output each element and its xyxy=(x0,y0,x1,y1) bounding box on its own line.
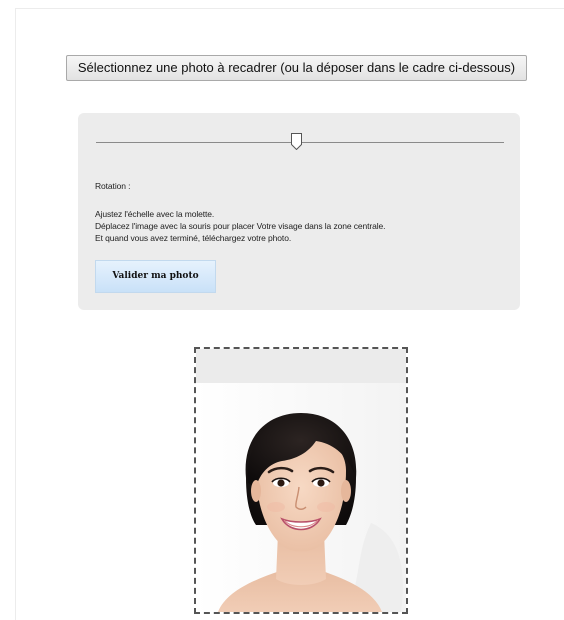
validate-photo-button[interactable]: Valider ma photo xyxy=(95,260,216,293)
rotation-label: Rotation : xyxy=(95,181,131,191)
select-photo-button[interactable]: Sélectionnez une photo à recadrer (ou la… xyxy=(66,55,527,81)
scale-slider[interactable] xyxy=(96,131,504,155)
crop-frame[interactable] xyxy=(194,347,408,614)
editor-panel: Rotation : Ajustez l'échelle avec la mol… xyxy=(78,113,520,310)
instruction-line: Déplacez l'image avec la souris pour pla… xyxy=(95,221,386,231)
crop-margin-band xyxy=(196,349,406,383)
slider-thumb-icon[interactable] xyxy=(291,133,302,150)
instruction-line: Ajustez l'échelle avec la molette. xyxy=(95,209,215,219)
instruction-line: Et quand vous avez terminé, téléchargez … xyxy=(95,233,292,243)
portrait-photo[interactable] xyxy=(196,383,406,612)
instructions: Ajustez l'échelle avec la molette. Dépla… xyxy=(95,208,386,244)
